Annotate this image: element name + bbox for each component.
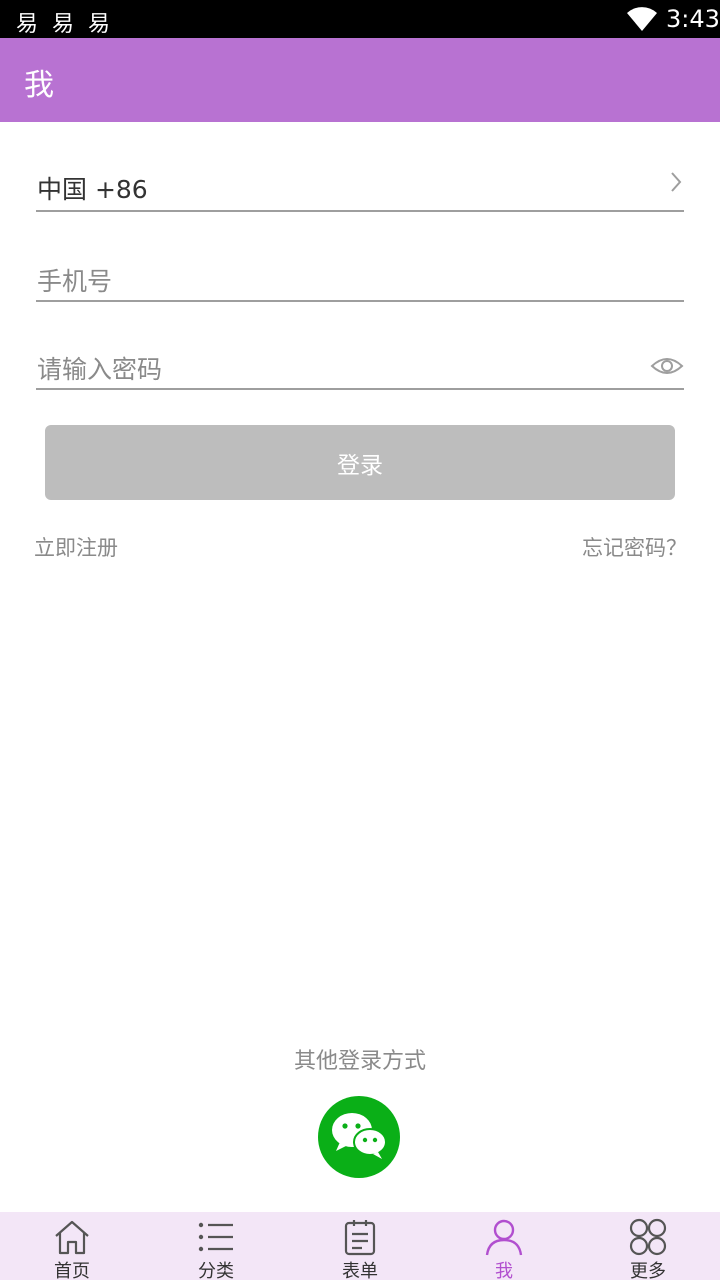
wechat-login-button[interactable] xyxy=(318,1096,400,1178)
clipboard-icon xyxy=(344,1220,376,1256)
list-icon xyxy=(198,1222,233,1252)
notification-icon: 易 xyxy=(88,12,111,37)
tab-label: 首页 xyxy=(54,1261,90,1282)
status-time: 3:43 xyxy=(666,5,720,33)
grid-icon xyxy=(629,1218,667,1256)
eye-icon[interactable] xyxy=(650,352,684,380)
wifi-icon xyxy=(627,7,657,31)
tab-label: 更多 xyxy=(630,1261,666,1282)
notification-icon: 易 xyxy=(16,12,39,37)
country-divider xyxy=(36,210,684,212)
country-code-text: 中国 +86 xyxy=(37,175,148,204)
notification-icon: 易 xyxy=(52,12,75,37)
person-icon xyxy=(485,1219,523,1256)
password-underline xyxy=(36,388,684,390)
home-icon xyxy=(55,1220,89,1255)
other-login-label: 其他登录方式 xyxy=(293,1049,426,1074)
phone-placeholder: 手机号 xyxy=(37,267,113,296)
tab-me[interactable]: 我 xyxy=(432,1212,576,1282)
app-bar: 我 xyxy=(0,38,720,122)
tab-home[interactable]: 首页 xyxy=(0,1212,144,1282)
phone-underline xyxy=(36,300,684,302)
login-button[interactable]: 登录 xyxy=(45,425,675,500)
page-title: 我 xyxy=(24,68,54,103)
bottom-tab-bar: 首页 分类 表单 我 更多 xyxy=(0,1212,720,1282)
wechat-icon xyxy=(332,1113,387,1159)
tab-label: 分类 xyxy=(198,1261,234,1282)
tab-more[interactable]: 更多 xyxy=(576,1212,720,1282)
status-bar: 易 易 易 3:43 xyxy=(0,0,720,38)
register-link[interactable]: 立即注册 xyxy=(34,532,118,562)
tab-label: 表单 xyxy=(342,1261,378,1282)
password-placeholder: 请输入密码 xyxy=(37,355,163,384)
tab-label: 我 xyxy=(495,1261,513,1282)
forgot-password-link[interactable]: 忘记密码？ xyxy=(582,532,687,562)
tab-category[interactable]: 分类 xyxy=(144,1212,288,1282)
tab-form[interactable]: 表单 xyxy=(288,1212,432,1282)
chevron-right-icon xyxy=(671,172,682,192)
